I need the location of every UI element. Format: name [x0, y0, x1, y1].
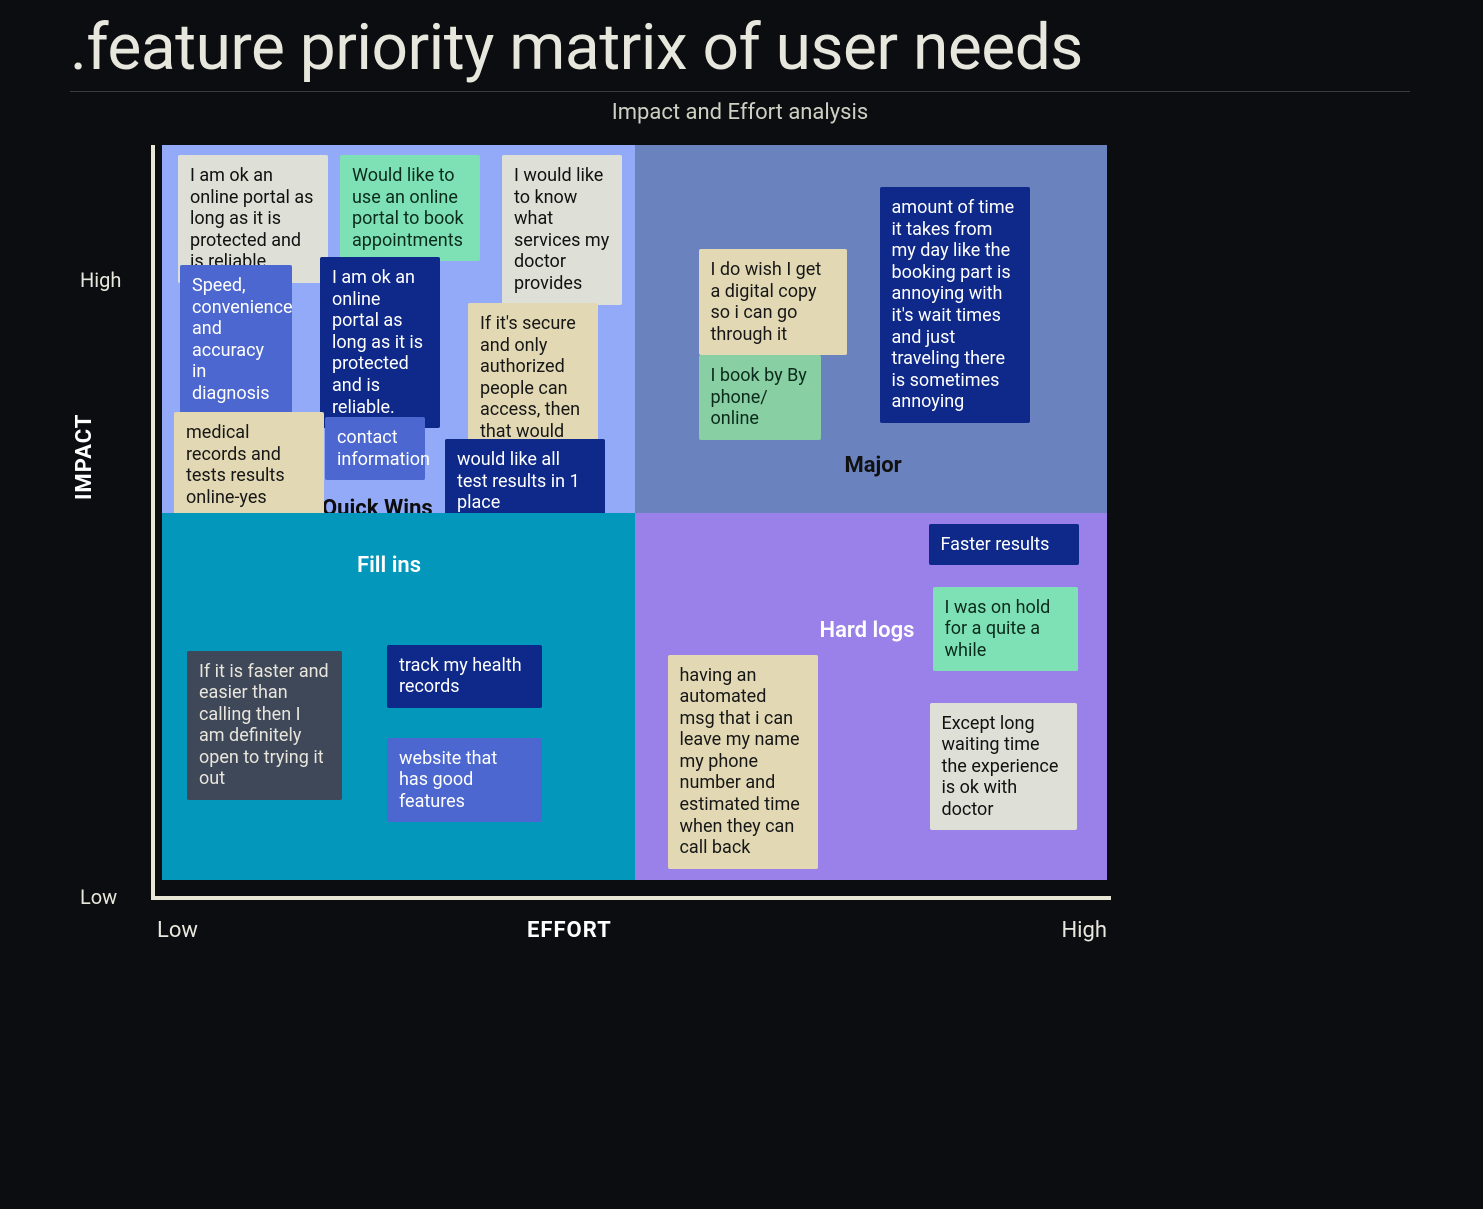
card[interactable]: I am ok an online portal as long as it i… [320, 257, 440, 428]
x-axis-high-label: High [1061, 918, 1107, 943]
quadrant-label: Major [845, 453, 902, 478]
x-axis-title: EFFORT [527, 918, 612, 943]
y-axis-title: IMPACT [72, 414, 97, 500]
card[interactable]: I book by By phone/ online [699, 355, 821, 440]
divider [70, 91, 1410, 92]
card[interactable]: having an automated msg that i can leave… [668, 655, 818, 869]
card[interactable]: If it is faster and easier than calling … [187, 651, 342, 801]
page-subtitle: Impact and Effort analysis [70, 100, 1410, 125]
page-title: .feature priority matrix of user needs [70, 10, 1413, 85]
y-axis-high-label: High [80, 268, 121, 292]
card[interactable]: contact information [325, 417, 425, 480]
card[interactable]: track my health records [387, 645, 542, 708]
card[interactable]: Speed, convenience and accuracy in diagn… [180, 265, 292, 415]
x-axis-low-label: Low [157, 918, 198, 943]
card[interactable]: Except long waiting time the experience … [930, 703, 1077, 831]
card[interactable]: I was on hold for a quite a while [933, 587, 1078, 672]
quadrant-label: Hard logs [820, 618, 915, 643]
quadrant-fill-ins: Fill ins If it is faster and easier than… [162, 513, 635, 881]
card[interactable]: I do wish I get a digital copy so i can … [699, 249, 847, 355]
y-axis [151, 145, 155, 900]
card[interactable]: medical records and tests results online… [174, 412, 324, 518]
card[interactable]: amount of time it takes from my day like… [880, 187, 1030, 423]
card[interactable]: website that has good features [387, 738, 542, 823]
quadrant-hard-logs: Hard logs having an automated msg that i… [635, 513, 1108, 881]
quadrant-quick-wins: Quick Wins I am ok an online portal as l… [162, 145, 635, 513]
card[interactable]: I am ok an online portal as long as it i… [178, 155, 328, 283]
priority-matrix: High Low Low High IMPACT EFFORT Quick Wi… [132, 145, 1107, 900]
card[interactable]: Faster results [929, 524, 1079, 566]
x-axis [151, 896, 1111, 900]
quadrant-label: Fill ins [357, 553, 421, 578]
card[interactable]: would like all test results in 1 place [445, 439, 605, 524]
quadrant-major: Major I do wish I get a digital copy so … [635, 145, 1108, 513]
card[interactable]: Would like to use an online portal to bo… [340, 155, 480, 261]
card[interactable]: I would like to know what services my do… [502, 155, 622, 305]
y-axis-low-label: Low [80, 885, 117, 909]
